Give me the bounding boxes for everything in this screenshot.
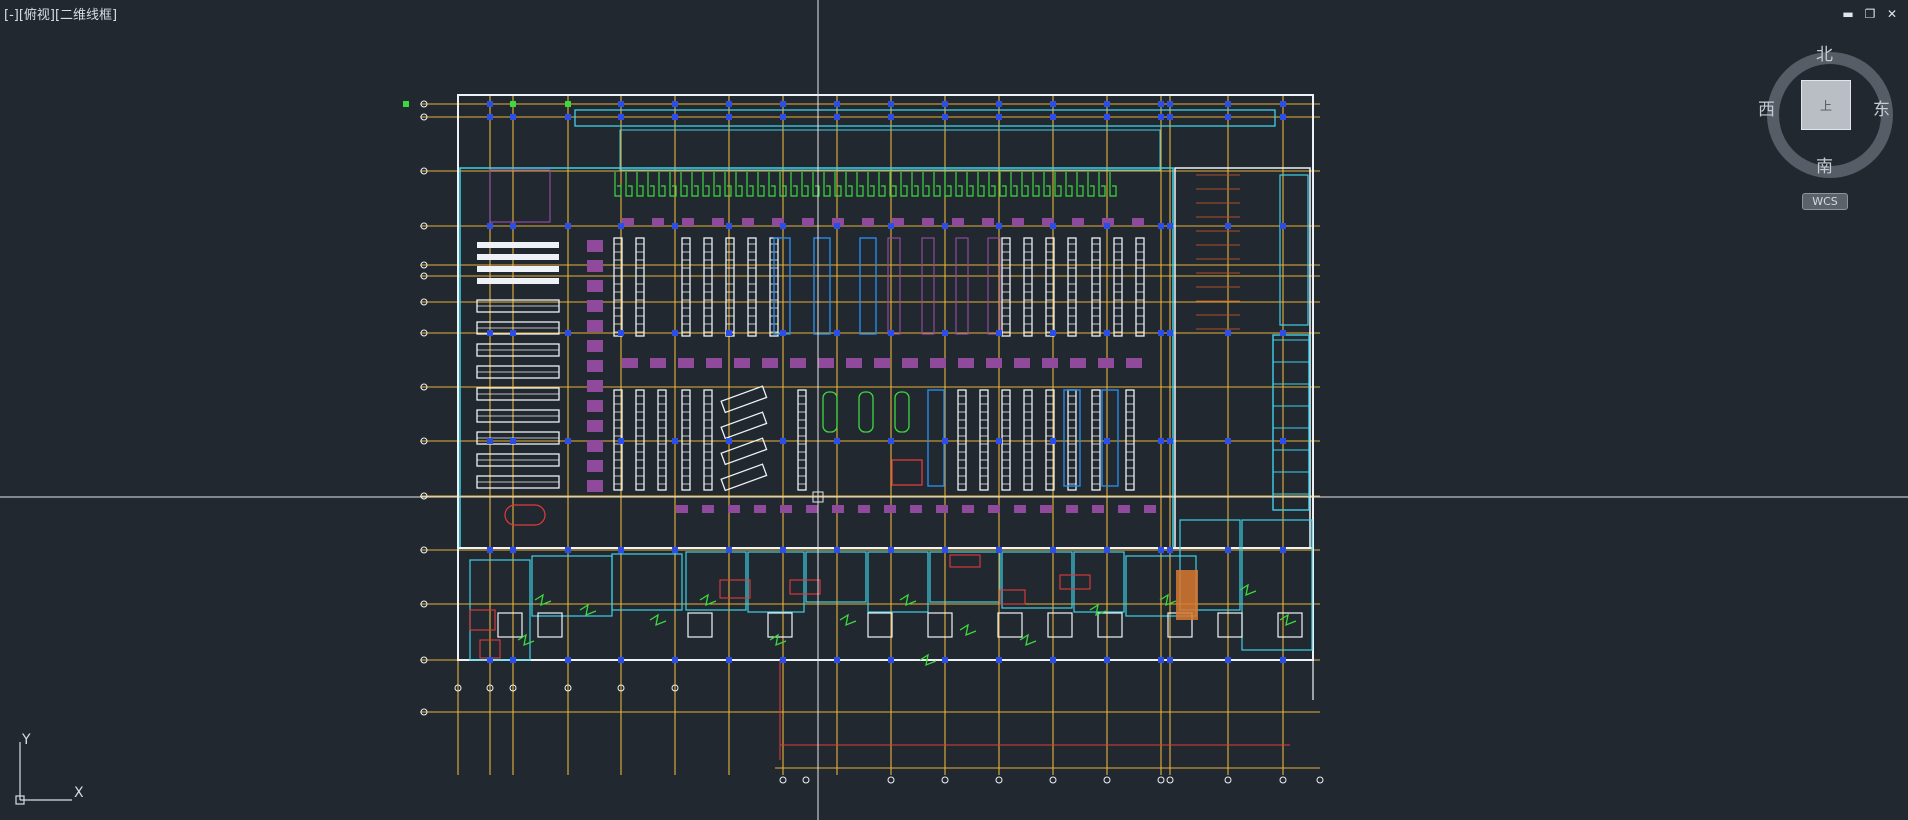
structural-columns — [403, 101, 1286, 663]
green-fixture-row — [614, 172, 1117, 197]
viewcube-top-face[interactable]: 上 — [1801, 80, 1851, 130]
grid-axes — [420, 95, 1320, 775]
viewcube[interactable]: 北 南 东 西 上 — [1755, 40, 1893, 178]
wcs-menu-button[interactable]: WCS — [1802, 193, 1848, 210]
compass-west[interactable]: 西 — [1758, 95, 1775, 120]
ucs-y-label: Y — [21, 732, 31, 748]
drawing-canvas[interactable]: Y X — [0, 0, 1908, 820]
crosshair-cursor — [0, 0, 1908, 820]
compass-east[interactable]: 东 — [1873, 95, 1890, 120]
compass-south[interactable]: 南 — [1816, 152, 1833, 177]
compass-north[interactable]: 北 — [1816, 40, 1833, 65]
axis-markers — [420, 100, 1324, 784]
display-tables — [587, 218, 1156, 513]
ucs-x-label: X — [74, 785, 84, 801]
ucs-icon: Y X — [15, 732, 84, 805]
